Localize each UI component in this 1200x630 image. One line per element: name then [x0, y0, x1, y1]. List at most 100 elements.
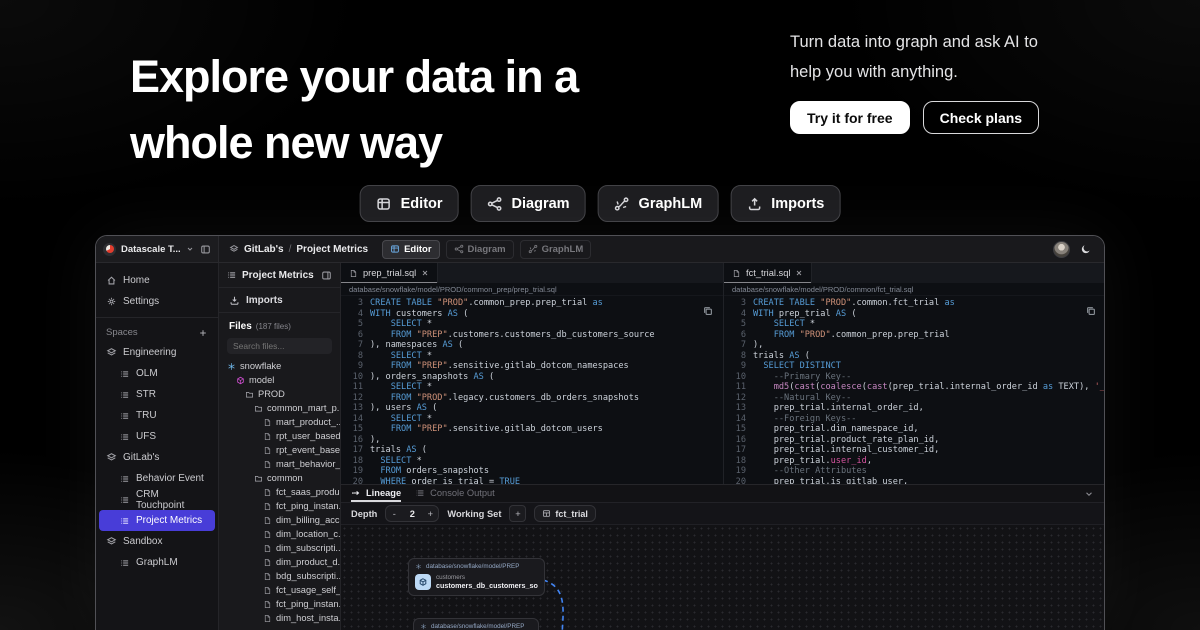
list-icon	[120, 558, 130, 568]
check-plans-button[interactable]: Check plans	[923, 101, 1039, 134]
panel-toggle-icon[interactable]	[321, 270, 332, 281]
tree-item-fct-saas-produ[interactable]: fct_saas_produ...	[219, 485, 340, 499]
lineage-node-customers-db-customers-source[interactable]: database/snowflake/model/PREPcustomerscu…	[408, 558, 545, 596]
code-editor[interactable]: 3CREATE TABLE "PROD".common_prep.prep_tr…	[341, 296, 723, 484]
sidebar-item-crm-touchpoint[interactable]: CRM Touchpoint	[96, 489, 218, 510]
tree-item-common-mart-p[interactable]: common_mart_p...	[219, 401, 340, 415]
feature-tab-graphlm[interactable]: GraphLM	[598, 185, 719, 222]
feature-tab-diagram[interactable]: Diagram	[471, 185, 586, 222]
imports-item[interactable]: Imports	[219, 288, 340, 313]
copy-code-button[interactable]	[1085, 305, 1097, 317]
tree-item-fct-usage-self[interactable]: fct_usage_self_...	[219, 583, 340, 597]
code-token: AS	[836, 309, 852, 320]
feature-tab-editor[interactable]: Editor	[360, 185, 459, 222]
tree-item-model[interactable]: model	[219, 373, 340, 387]
sidebar-item-home[interactable]: Home	[96, 270, 218, 291]
breadcrumb-space[interactable]: GitLab's	[244, 244, 284, 255]
working-set-chip[interactable]: fct_trial	[534, 505, 596, 522]
sidebar-item-graphlm[interactable]: GraphLM	[96, 552, 218, 573]
copy-code-button[interactable]	[702, 305, 714, 317]
line-number: 5	[341, 319, 370, 330]
feature-tab-imports[interactable]: Imports	[730, 185, 840, 222]
file-tab-prep-trial-sql[interactable]: prep_trial.sql	[341, 263, 438, 283]
close-icon[interactable]	[421, 269, 429, 277]
line-number: 5	[724, 319, 753, 330]
file	[349, 269, 358, 278]
working-set-add-button[interactable]: +	[509, 505, 526, 522]
sidebar-item-label: STR	[136, 389, 156, 400]
sidebar-space-engineering[interactable]: Engineering	[96, 342, 218, 363]
chevron-down-icon[interactable]	[186, 245, 194, 253]
sidebar-item-settings[interactable]: Settings	[96, 291, 218, 312]
tab-console-output[interactable]: Console Output	[415, 485, 495, 502]
space-icon	[106, 347, 117, 358]
lineage-canvas[interactable]: database/snowflake/model/PREPcustomerscu…	[341, 525, 1104, 630]
tree-item-snowflake[interactable]: snowflake	[219, 359, 340, 373]
tree-item-dim-host-insta[interactable]: dim_host_insta...	[219, 611, 340, 625]
code-token	[370, 382, 391, 393]
code-token: user_id	[831, 456, 867, 467]
sidebar-item-project-metrics[interactable]: Project Metrics	[99, 510, 215, 531]
tab-lineage[interactable]: Lineage	[351, 485, 401, 502]
tree-item-rpt-user-based[interactable]: rpt_user_based...	[219, 429, 340, 443]
home-icon	[106, 275, 117, 286]
sidebar-space-gitlab-s[interactable]: GitLab's	[96, 447, 218, 468]
code-token	[370, 477, 380, 485]
lineage-node-1[interactable]: database/snowflake/model/PREP	[413, 618, 539, 630]
view-tab-diagram[interactable]: Diagram	[446, 240, 514, 259]
tree-item-mart-product[interactable]: mart_product_...	[219, 415, 340, 429]
code-token: prep_trial.internal_order_id,	[753, 403, 924, 414]
view-tab-editor[interactable]: Editor	[382, 240, 439, 259]
tree-item-dim-location-c[interactable]: dim_location_c...	[219, 527, 340, 541]
sidebar-item-str[interactable]: STR	[96, 384, 218, 405]
plus-icon[interactable]	[198, 328, 208, 338]
line-number: 4	[341, 309, 370, 320]
code-token: FROM	[774, 330, 800, 341]
tree-item-fct-ping-instan[interactable]: fct_ping_instan...	[219, 499, 340, 513]
view-tab-graphlm[interactable]: GraphLM	[520, 240, 592, 259]
file-search[interactable]	[227, 338, 332, 354]
close-icon[interactable]	[795, 269, 803, 277]
sidebar-item-behavior-event[interactable]: Behavior Event	[96, 468, 218, 489]
tree-item-common[interactable]: common	[219, 471, 340, 485]
tree-item-dim-subscripti[interactable]: dim_subscripti...	[219, 541, 340, 555]
tree-item-prod[interactable]: PROD	[219, 387, 340, 401]
tree-item-bdg-subscripti[interactable]: bdg_subscripti...	[219, 569, 340, 583]
folder	[245, 390, 254, 399]
code-token: '_dbt_utils_surro	[1095, 382, 1105, 393]
code-token: TEXT),	[1058, 382, 1094, 393]
line-number: 16	[724, 435, 753, 446]
sidebar-toggle-icon[interactable]	[200, 244, 211, 255]
depth-decrement-button[interactable]: -	[386, 509, 402, 519]
try-free-button[interactable]: Try it for free	[790, 101, 910, 134]
depth-increment-button[interactable]: +	[422, 509, 438, 519]
workspace-switcher[interactable]: Datascale T...	[96, 236, 219, 262]
console-icon	[415, 488, 425, 498]
code-token	[753, 414, 774, 425]
sidebar-item-olm[interactable]: OLM	[96, 363, 218, 384]
breadcrumb-page[interactable]: Project Metrics	[296, 244, 368, 255]
dark-mode-icon[interactable]	[1080, 243, 1092, 255]
user-avatar[interactable]	[1053, 241, 1070, 258]
tree-item-dim-billing-acc[interactable]: dim_billing_acc...	[219, 513, 340, 527]
code-line: 3CREATE TABLE "PROD".common_prep.prep_tr…	[341, 298, 723, 309]
code-editor[interactable]: 3CREATE TABLE "PROD".common.fct_trial as…	[724, 296, 1105, 484]
tree-item-mart-behavior[interactable]: mart_behavior_...	[219, 457, 340, 471]
code-token: "PREP"	[417, 330, 448, 341]
line-number: 11	[341, 382, 370, 393]
main-sidebar: HomeSettingsSpacesEngineeringOLMSTRTRUUF…	[96, 263, 219, 630]
file-tab-fct-trial-sql[interactable]: fct_trial.sql	[724, 263, 812, 283]
collapse-panel-icon[interactable]	[1084, 489, 1094, 499]
sidebar-space-sandbox[interactable]: Sandbox	[96, 531, 218, 552]
sidebar-item-tru[interactable]: TRU	[96, 405, 218, 426]
file-search-input[interactable]	[233, 341, 326, 351]
code-token: prep_trial.	[753, 456, 831, 467]
tree-item-fct-ping-instan[interactable]: fct_ping_instan...	[219, 597, 340, 611]
tree-item-rpt-event-base[interactable]: rpt_event_base...	[219, 443, 340, 457]
line-number: 3	[341, 298, 370, 309]
code-token: SELECT	[774, 319, 810, 330]
sidebar-item-ufs[interactable]: UFS	[96, 426, 218, 447]
tree-item-dim-product-d[interactable]: dim_product_d...	[219, 555, 340, 569]
cta-row: Try it for free Check plans	[790, 101, 1090, 134]
file-tree: snowflakemodelPRODcommon_mart_p...mart_p…	[219, 358, 340, 630]
